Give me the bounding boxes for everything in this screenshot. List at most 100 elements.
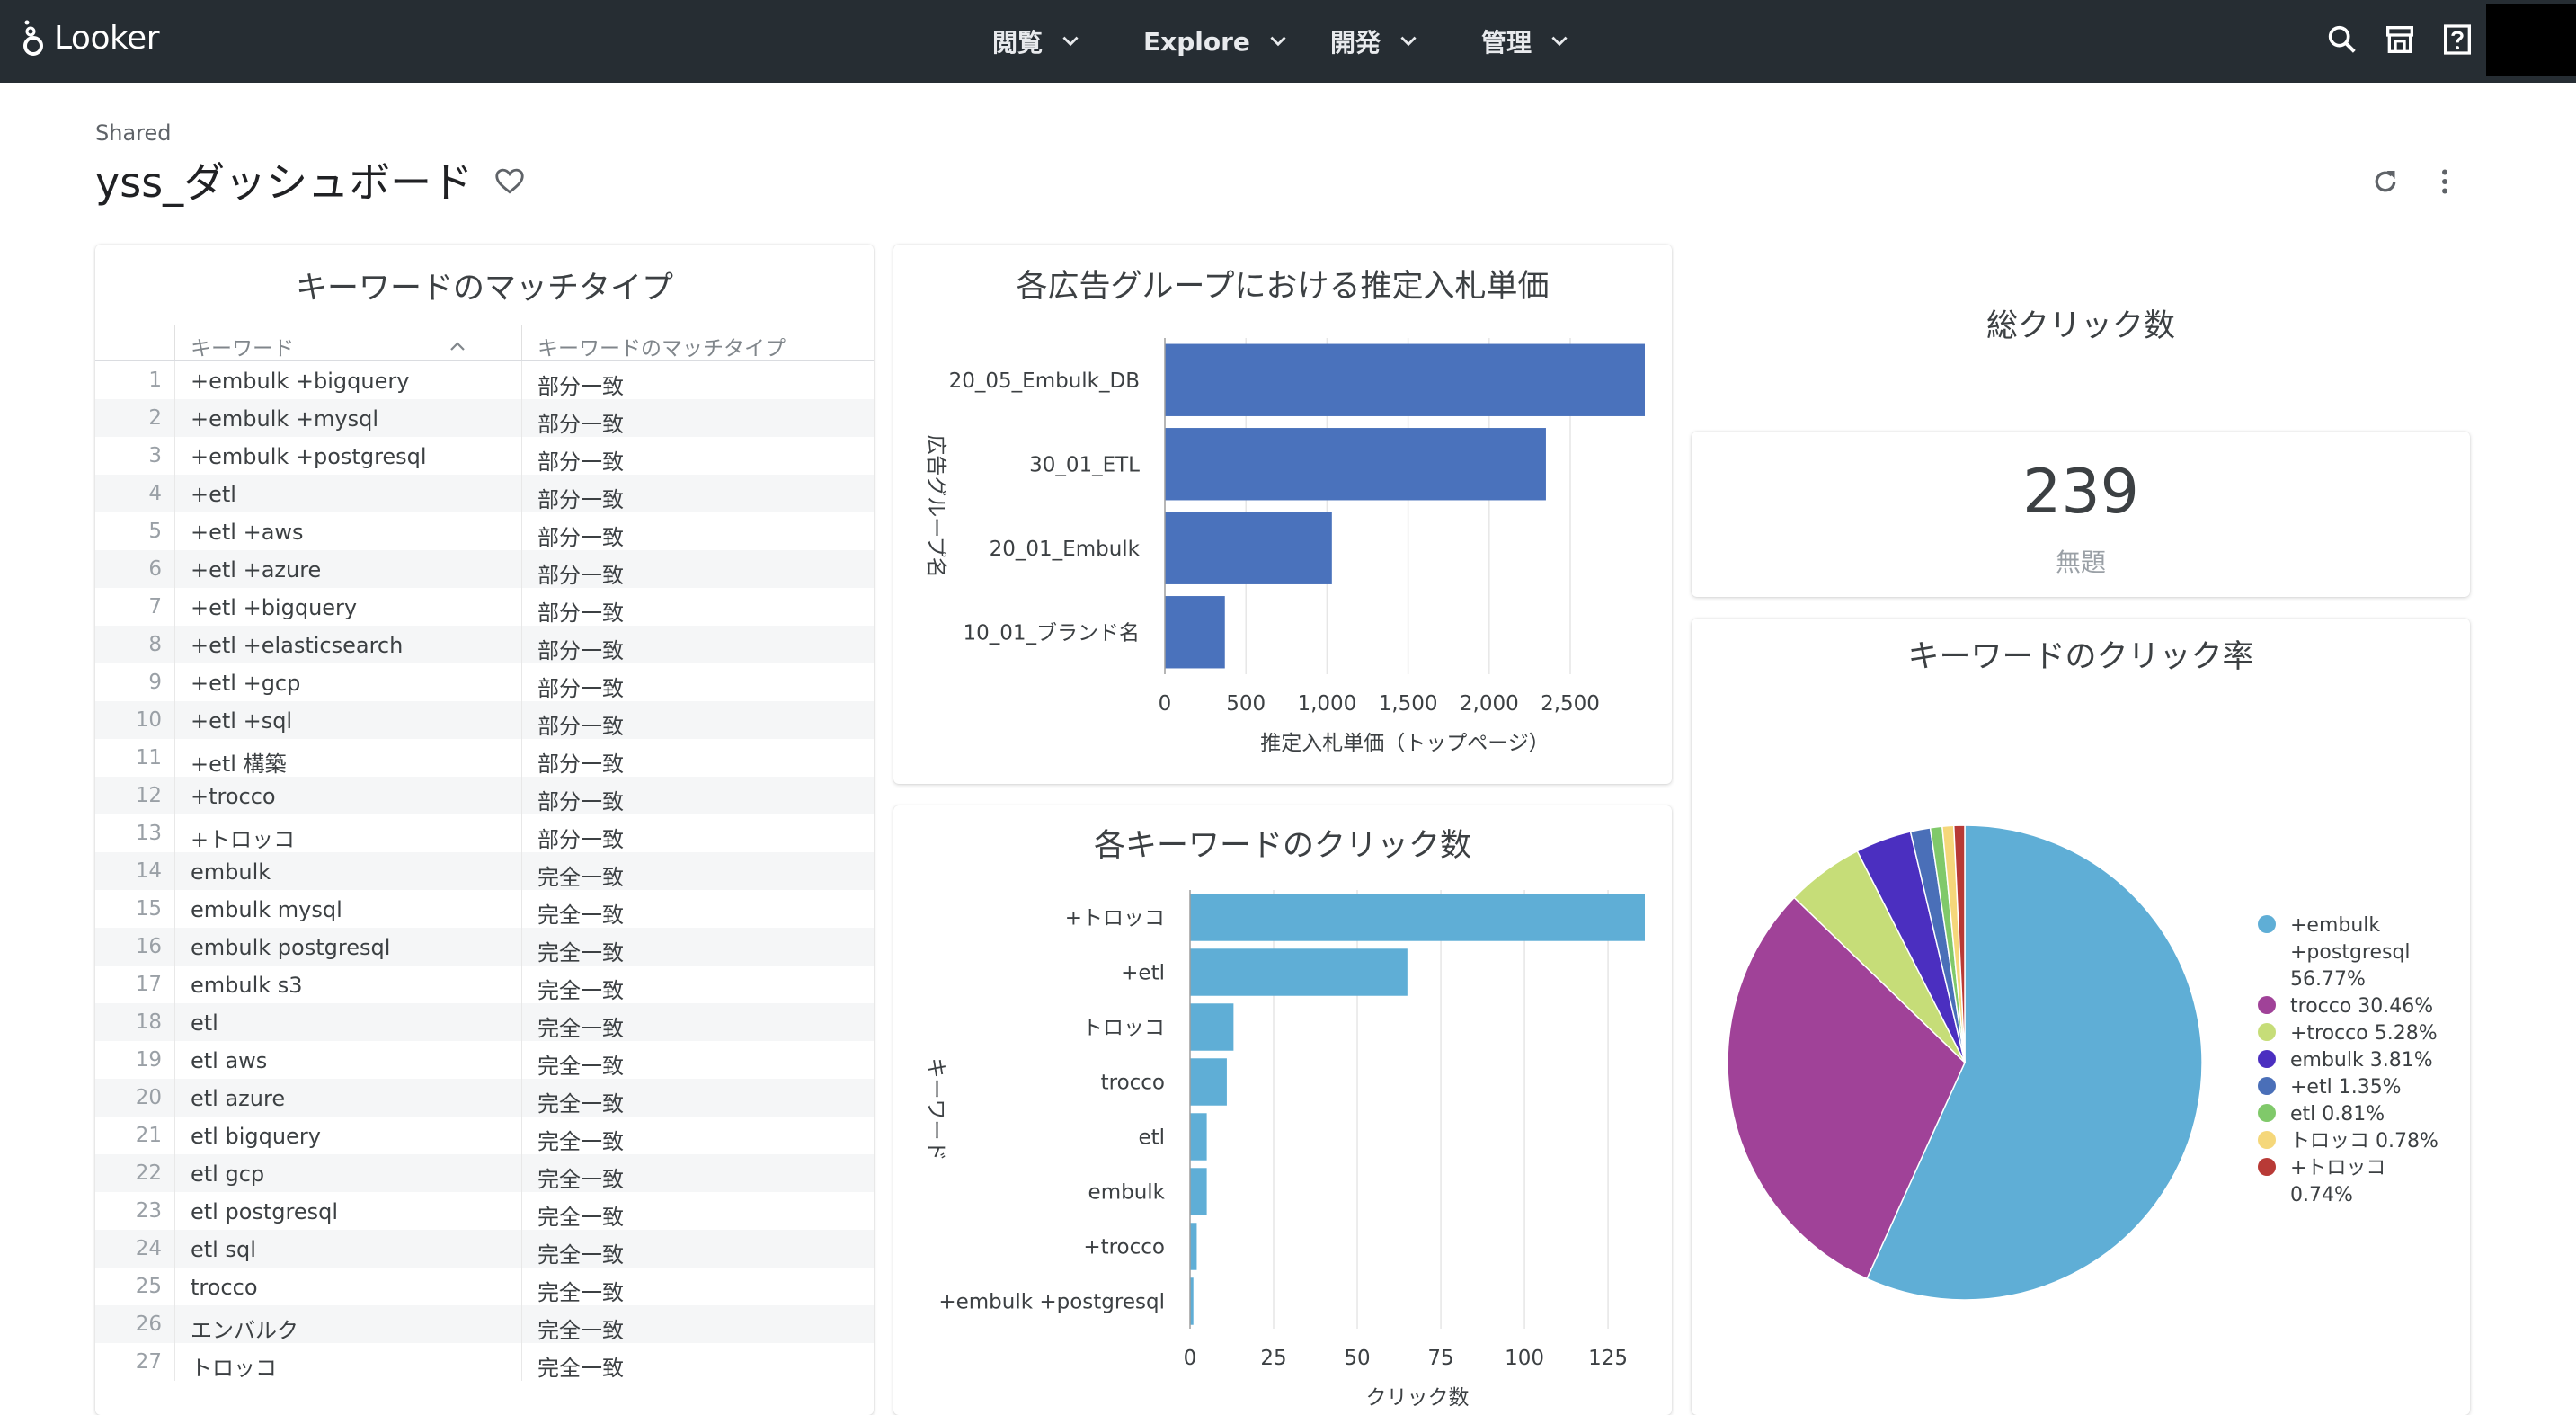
cell-match-type[interactable]: 完全一致 <box>537 1350 624 1382</box>
table-row: 27 トロッコ 完全一致 <box>95 1343 874 1381</box>
bar[interactable] <box>1190 1223 1197 1270</box>
cell-keyword[interactable]: +etl +elasticsearch <box>191 633 403 658</box>
cell-match-type[interactable]: 部分一致 <box>537 708 624 740</box>
cell-match-type[interactable]: 完全一致 <box>537 859 624 891</box>
cell-match-type[interactable]: 完全一致 <box>537 1124 624 1155</box>
cell-keyword[interactable]: +etl +azure <box>191 557 321 583</box>
legend-item[interactable]: etl 0.81% <box>2290 1103 2385 1126</box>
legend-item[interactable]: +etl 1.35% <box>2290 1076 2402 1099</box>
cell-match-type[interactable]: 部分一致 <box>537 444 624 476</box>
cell-keyword[interactable]: etl <box>191 1010 218 1036</box>
cell-keyword[interactable]: etl bigquery <box>191 1124 321 1149</box>
cell-keyword[interactable]: +etl +aws <box>191 520 304 545</box>
bar[interactable] <box>1190 894 1645 941</box>
legend-item[interactable]: trocco 30.46% <box>2290 995 2433 1018</box>
column-header-match-type[interactable]: キーワードのマッチタイプ <box>537 331 786 361</box>
legend-item[interactable]: +trocco 5.28% <box>2290 1022 2438 1045</box>
cell-match-type[interactable]: 完全一致 <box>537 1161 624 1193</box>
legend-item[interactable]: +embulk +postgresql 56.77% <box>2290 914 2411 991</box>
help-button[interactable] <box>2436 18 2479 61</box>
reload-icon[interactable] <box>2369 165 2402 198</box>
column-separator <box>521 325 522 360</box>
looker-logo[interactable]: Looker <box>20 13 160 63</box>
column-separator <box>174 663 175 701</box>
category-label: +etl <box>1121 962 1165 985</box>
cell-match-type[interactable]: 部分一致 <box>537 557 624 589</box>
cell-keyword[interactable]: embulk <box>191 859 271 885</box>
cell-match-type[interactable]: 部分一致 <box>537 595 624 627</box>
cell-keyword[interactable]: +etl +sql <box>191 708 292 734</box>
cell-match-type[interactable]: 部分一致 <box>537 746 624 778</box>
legend-item[interactable]: embulk 3.81% <box>2290 1049 2433 1072</box>
cell-keyword[interactable]: +etl 構築 <box>191 746 287 778</box>
more-vertical-icon[interactable] <box>2429 165 2461 198</box>
search-button[interactable] <box>2321 18 2364 61</box>
cell-keyword[interactable]: embulk postgresql <box>191 935 390 960</box>
bar[interactable] <box>1165 596 1225 669</box>
cell-keyword[interactable]: エンバルク <box>191 1313 298 1344</box>
cell-match-type[interactable]: 部分一致 <box>537 671 624 702</box>
nav-develop-menu[interactable]: 開発 <box>1330 20 1420 63</box>
cell-keyword[interactable]: トロッコ <box>191 1350 277 1382</box>
cell-keyword[interactable]: etl azure <box>191 1086 285 1111</box>
nav-browse-menu[interactable]: 閲覧 <box>992 20 1082 63</box>
cell-keyword[interactable]: +トロッコ <box>191 822 295 853</box>
cell-match-type[interactable]: 部分一致 <box>537 482 624 513</box>
cell-match-type[interactable]: 部分一致 <box>537 633 624 664</box>
table-row: 15 embulk mysql 完全一致 <box>95 890 874 928</box>
cell-match-type[interactable]: 完全一致 <box>537 1048 624 1080</box>
cell-keyword[interactable]: +etl +gcp <box>191 671 300 696</box>
legend-item[interactable]: +トロッコ 0.74% <box>2290 1157 2385 1206</box>
column-separator <box>174 852 175 890</box>
column-separator <box>521 475 522 512</box>
cell-keyword[interactable]: trocco <box>191 1275 258 1300</box>
cell-keyword[interactable]: etl sql <box>191 1237 256 1262</box>
cell-keyword[interactable]: +embulk +postgresql <box>191 444 427 469</box>
cell-keyword[interactable]: etl postgresql <box>191 1199 338 1224</box>
cell-match-type[interactable]: 完全一致 <box>537 935 624 966</box>
bar[interactable] <box>1190 948 1408 996</box>
bar[interactable] <box>1165 428 1546 501</box>
bar[interactable] <box>1165 512 1332 584</box>
nav-explore-menu[interactable]: Explore <box>1143 20 1290 63</box>
sort-ascending-icon[interactable] <box>448 338 467 354</box>
cell-match-type[interactable]: 完全一致 <box>537 1275 624 1306</box>
cell-match-type[interactable]: 完全一致 <box>537 1086 624 1117</box>
x-axis-label: クリック数 <box>1366 1386 1470 1410</box>
cell-keyword[interactable]: etl aws <box>191 1048 267 1073</box>
bar[interactable] <box>1190 1168 1207 1215</box>
breadcrumb[interactable]: Shared <box>95 120 172 146</box>
cell-match-type[interactable]: 完全一致 <box>537 1313 624 1344</box>
cell-keyword[interactable]: +embulk +mysql <box>191 406 378 432</box>
legend-item[interactable]: トロッコ 0.78% <box>2290 1130 2438 1152</box>
cell-keyword[interactable]: +etl +bigquery <box>191 595 357 620</box>
cell-match-type[interactable]: 完全一致 <box>537 1199 624 1231</box>
column-header-keyword[interactable]: キーワード <box>191 331 294 361</box>
column-separator <box>521 588 522 626</box>
cell-keyword[interactable]: +trocco <box>191 784 276 809</box>
cell-match-type[interactable]: 部分一致 <box>537 520 624 551</box>
nav-admin-menu[interactable]: 管理 <box>1481 20 1571 63</box>
bar[interactable] <box>1190 1113 1207 1161</box>
cell-match-type[interactable]: 部分一致 <box>537 369 624 400</box>
cell-match-type[interactable]: 部分一致 <box>537 784 624 815</box>
total-clicks-title: 総クリック数 <box>1985 308 2175 344</box>
cell-match-type[interactable]: 完全一致 <box>537 973 624 1004</box>
marketplace-button[interactable] <box>2378 18 2421 61</box>
user-avatar[interactable] <box>2486 4 2576 76</box>
cell-keyword[interactable]: +etl <box>191 482 236 507</box>
bar[interactable] <box>1190 1003 1234 1051</box>
cell-match-type[interactable]: 完全一致 <box>537 897 624 929</box>
cell-match-type[interactable]: 部分一致 <box>537 406 624 438</box>
heart-icon[interactable] <box>493 164 527 198</box>
cell-keyword[interactable]: +embulk +bigquery <box>191 369 409 394</box>
table-row: 10 +etl +sql 部分一致 <box>95 701 874 739</box>
cell-match-type[interactable]: 部分一致 <box>537 822 624 853</box>
bar[interactable] <box>1165 343 1645 416</box>
cell-match-type[interactable]: 完全一致 <box>537 1237 624 1268</box>
cell-keyword[interactable]: etl gcp <box>191 1161 264 1187</box>
bar[interactable] <box>1190 1058 1227 1106</box>
cell-match-type[interactable]: 完全一致 <box>537 1010 624 1042</box>
cell-keyword[interactable]: embulk s3 <box>191 973 303 998</box>
cell-keyword[interactable]: embulk mysql <box>191 897 342 922</box>
